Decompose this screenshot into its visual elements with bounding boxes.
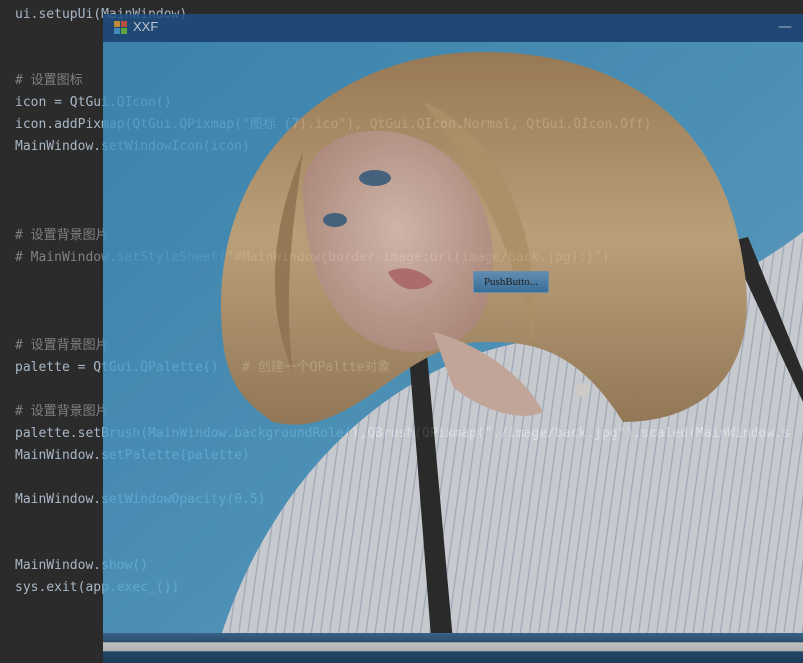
window-bottom-edge [103,633,803,663]
app-window[interactable]: XXF — PushButto... [103,14,803,663]
code-comment-line[interactable]: # 设置背景图片 [15,335,109,357]
code-comment-line[interactable]: # 设置图标 [15,70,83,92]
background-photo: PushButto... [103,42,803,663]
background-photo-art [103,42,803,663]
minimize-button[interactable]: — [777,19,793,35]
push-button[interactable]: PushButto... [473,271,549,293]
title-bar[interactable]: XXF — [103,14,803,43]
code-comment-line[interactable]: # 设置背景图片 [15,225,109,247]
app-window-icon [114,21,127,34]
window-title: XXF [133,19,159,34]
code-comment-line[interactable]: # 设置背景图片 [15,401,109,423]
